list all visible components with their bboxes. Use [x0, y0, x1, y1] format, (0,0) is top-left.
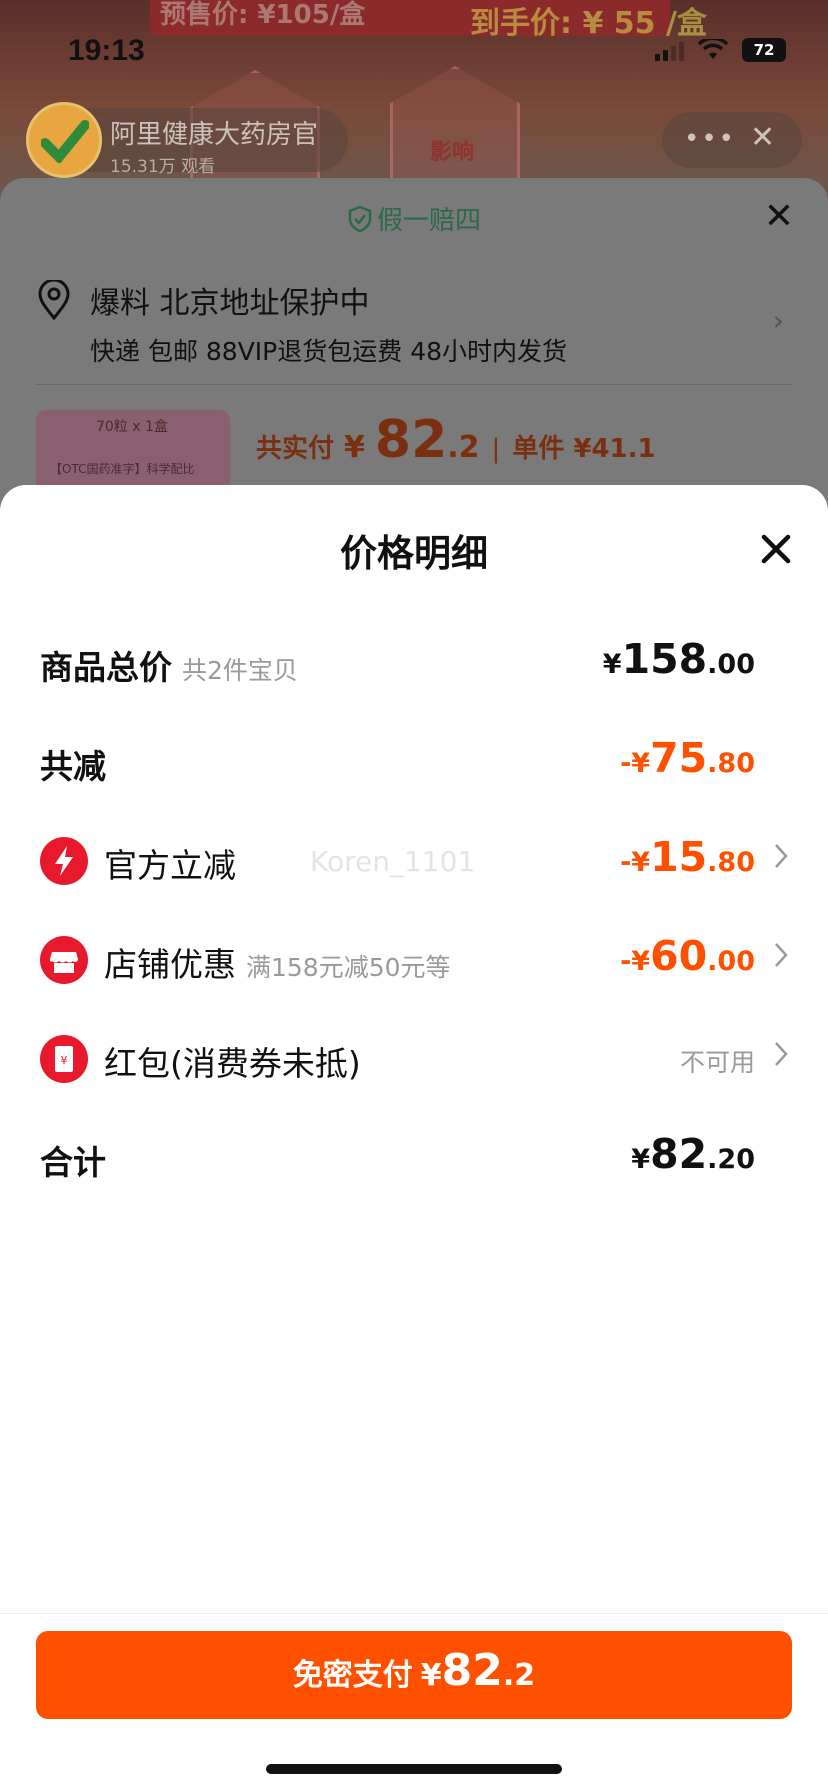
hex-badge-text: 影响: [430, 140, 475, 165]
total-row: 合计 ¥82.20: [0, 1128, 828, 1188]
pay-button[interactable]: 免密支付 ¥82.2: [36, 1631, 792, 1719]
address-chevron-icon[interactable]: ›: [773, 304, 784, 337]
paid-integer: 82: [374, 410, 448, 470]
divider: [36, 384, 792, 385]
thumb-otc-text: 【OTC国药准字】科学配比: [50, 462, 195, 476]
promo-final-price-text: 到手价: ¥ 55 /盒: [470, 6, 707, 41]
total-label: 合计: [40, 1143, 106, 1182]
order-price-summary: 共实付 ¥ 82 .2 | 单件 ¥41.1: [256, 410, 656, 470]
address-title[interactable]: 爆料 北京地址保护中: [90, 278, 370, 322]
live-actions: ••• ✕: [662, 112, 802, 168]
home-indicator[interactable]: [266, 1764, 562, 1774]
price-detail-sheet: 价格明细 Koren_1101 商品总价 共2件宝贝 ¥158.00 共减 -¥ 7…: [0, 485, 828, 1792]
location-pin-icon: [38, 280, 70, 320]
store-avatar[interactable]: [26, 102, 102, 178]
store-icon: [40, 936, 88, 984]
chevron-right-icon[interactable]: [772, 841, 790, 871]
subtotal-label: 商品总价 共2件宝贝: [40, 648, 298, 687]
bottom-pay-bar: 免密支付 ¥82.2: [0, 1613, 828, 1792]
red-packet-icon: ¥: [40, 1035, 88, 1083]
battery-level: 72: [753, 41, 775, 59]
unit-price: 单件 ¥41.1: [512, 434, 656, 464]
item-count-note: 共2件宝贝: [182, 656, 298, 685]
shield-check-icon: [348, 205, 372, 233]
delivery-info: 快递 包邮 88VIP退货包运费 48小时内发货: [90, 337, 568, 366]
live-host-name: 阿里健康大药房官: [110, 120, 319, 150]
chevron-right-icon[interactable]: [772, 1039, 790, 1069]
paid-label: 共实付: [256, 434, 335, 464]
price-separator: |: [491, 434, 501, 464]
guarantee-text: 假一赔四: [376, 206, 481, 236]
close-live-icon[interactable]: ✕: [750, 120, 775, 155]
store-discount-label: 店铺优惠 满158元减50元等: [104, 945, 451, 984]
total-discount-label: 共减: [40, 747, 106, 786]
subtotal-row: 商品总价 共2件宝贝 ¥158.00: [0, 633, 828, 693]
cellular-signal-icon: [655, 39, 684, 61]
total-value: ¥82.20: [631, 1130, 755, 1178]
status-icons: 72: [655, 38, 786, 62]
live-viewer-count: 15.31万 观看: [110, 157, 216, 177]
official-discount-label: 官方立减: [104, 846, 236, 885]
paid-decimal: .2: [447, 430, 480, 465]
status-time: 19:13: [68, 34, 145, 67]
close-icon[interactable]: [756, 529, 796, 569]
close-order-icon[interactable]: ✕: [764, 196, 794, 237]
store-discount-note: 满158元减50元等: [246, 953, 451, 982]
lightning-icon: [40, 837, 88, 885]
guarantee-badge: 假一赔四: [0, 200, 828, 237]
chevron-right-icon[interactable]: [772, 940, 790, 970]
check-leaf-icon: [41, 120, 89, 163]
paid-currency: ¥: [344, 430, 365, 465]
promo-presale-text: 预售价: ¥105/盒: [160, 0, 366, 30]
more-icon[interactable]: •••: [684, 124, 736, 154]
wifi-icon: [698, 39, 728, 59]
subtotal-value: ¥158.00: [602, 635, 755, 683]
thumb-pack-text: 70粒 x 1盒: [96, 419, 168, 435]
sheet-title: 价格明细: [340, 532, 488, 575]
store-discount-row[interactable]: 店铺优惠 满158元减50元等 -¥ 60.00: [0, 930, 828, 990]
store-discount-value: -¥ 60.00: [620, 932, 755, 980]
total-discount-value: -¥ 75.80: [620, 734, 755, 782]
order-confirm-sheet: 假一赔四 ✕ 爆料 北京地址保护中 快递 包邮 88VIP退货包运费 48小时内…: [0, 178, 828, 530]
official-discount-value: -¥ 15.80: [620, 833, 755, 881]
red-packet-status: 不可用: [679, 1048, 755, 1077]
red-packet-row[interactable]: ¥ 红包(消费券未抵) 不可用: [0, 1029, 828, 1089]
total-discount-row: 共减 -¥ 75.80: [0, 732, 828, 792]
battery-icon: 72: [742, 38, 786, 62]
red-packet-label: 红包(消费券未抵): [104, 1044, 361, 1083]
official-discount-row[interactable]: 官方立减 -¥ 15.80: [0, 831, 828, 891]
svg-text:¥: ¥: [61, 1054, 68, 1067]
